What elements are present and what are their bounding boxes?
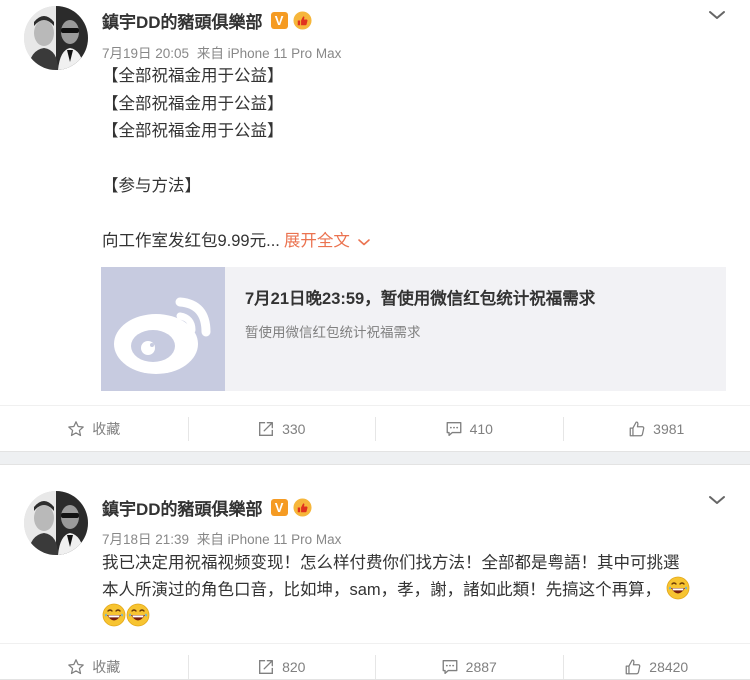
post-text: 本人所演过的角色口音，比如坤，sam，孝，謝，諸如此類！先搞这个再算， (102, 581, 662, 599)
post-text-line: 我已决定用祝福视频变现！怎么样付费你们找方法！全部都是粤語！其中可挑選 (102, 554, 680, 572)
post-text-last-line: 向工作室发红包9.99元... 展开全文 (102, 228, 732, 256)
post-text-blank-line (102, 201, 732, 229)
post-text-line: 【全部祝福金用于公益】 (102, 122, 284, 140)
weibo-post: 鎮宇DD的豬頭俱樂部 V 7月18日 21:39 来自 iPhone 11 Pr… (0, 464, 750, 680)
like-count: 3981 (653, 420, 685, 437)
link-card-title: 7月21日晚23:59，暂使用微信红包统计祝福需求 (245, 290, 596, 308)
expand-full-text-link[interactable]: 展开全文 (284, 232, 350, 250)
post-actions-bar: 收藏 330 410 3981 (0, 405, 750, 451)
like-count: 28420 (649, 658, 689, 675)
verified-icon: V (270, 499, 288, 516)
post-text-truncated: 向工作室发红包9.99元... (102, 232, 280, 250)
avatar[interactable] (24, 491, 88, 555)
post-timestamp[interactable]: 7月19日 20:05 (102, 46, 189, 61)
post-meta: 7月18日 21:39 来自 iPhone 11 Pro Max (102, 528, 341, 548)
thumbs-up-icon (624, 658, 642, 676)
repost-icon (257, 420, 275, 438)
repost-count: 820 (282, 658, 306, 675)
verified-icon: V (270, 12, 288, 29)
comment-count: 2887 (465, 658, 497, 675)
post-text-line: 【全部祝福金用于公益】 (102, 67, 284, 85)
weibo-post: 鎮宇DD的豬頭俱樂部 V 7月19日 20:05 来自 iPhone 11 Pr… (0, 0, 750, 452)
star-icon (67, 420, 85, 438)
post-text-blank-line (102, 146, 732, 174)
weibo-logo-icon (101, 267, 225, 391)
favorite-label: 收藏 (92, 420, 121, 437)
chevron-down-icon[interactable] (706, 4, 728, 26)
like-badge-icon (293, 11, 312, 30)
favorite-button[interactable]: 收藏 (0, 406, 188, 451)
thumbs-up-icon (628, 420, 646, 438)
post-text-line: 【参与方法】 (102, 177, 201, 195)
repost-count: 330 (282, 420, 306, 437)
favorite-label: 收藏 (92, 658, 121, 675)
comment-icon (445, 420, 463, 438)
repost-icon (257, 658, 275, 676)
post-content: 我已决定用祝福视频变现！怎么样付费你们找方法！全部都是粤語！其中可挑選 本人所演… (102, 550, 732, 630)
avatar-image (24, 491, 88, 555)
star-icon (67, 658, 85, 676)
post-source: 来自 iPhone 11 Pro Max (196, 46, 342, 61)
post-timestamp[interactable]: 7月18日 21:39 (102, 532, 189, 547)
expand-chevron-icon[interactable] (356, 234, 372, 250)
repost-button[interactable]: 820 (187, 644, 376, 680)
grin-sweat-emoji-icon (126, 603, 150, 627)
avatar-image (24, 6, 88, 70)
grin-sweat-emoji-icon (102, 603, 126, 627)
username-link[interactable]: 鎮宇DD的豬頭俱樂部 (102, 8, 263, 33)
link-card-text: 7月21日晚23:59，暂使用微信红包统计祝福需求 暂使用微信红包统计祝福需求 (225, 267, 595, 391)
post-text-line (102, 603, 732, 630)
comment-button[interactable]: 2887 (375, 644, 563, 680)
comment-icon (441, 658, 459, 676)
username-link[interactable]: 鎮宇DD的豬頭俱樂部 (102, 495, 263, 520)
like-button[interactable]: 28420 (562, 644, 750, 680)
post-text-line: 【全部祝福金用于公益】 (102, 94, 284, 113)
post-meta: 7月19日 20:05 来自 iPhone 11 Pro Max (102, 42, 341, 62)
comment-button[interactable]: 410 (375, 406, 563, 451)
post-text-line: 本人所演过的角色口音，比如坤，sam，孝，謝，諸如此類！先搞这个再算， (102, 576, 732, 603)
like-button[interactable]: 3981 (562, 406, 750, 451)
post-source: 来自 iPhone 11 Pro Max (196, 532, 342, 547)
post-author: 鎮宇DD的豬頭俱樂部 V (102, 8, 312, 33)
post-actions-bar: 收藏 820 2887 28420 (0, 643, 750, 680)
repost-button[interactable]: 330 (187, 406, 376, 451)
like-badge-icon (293, 498, 312, 517)
grin-sweat-emoji-icon (666, 576, 690, 600)
favorite-button[interactable]: 收藏 (0, 644, 188, 680)
post-content: 【全部祝福金用于公益】 【全部祝福金用于公益】 【全部祝福金用于公益】 【参与方… (102, 63, 732, 256)
comment-count: 410 (469, 420, 493, 437)
avatar[interactable] (24, 6, 88, 70)
link-card[interactable]: 7月21日晚23:59，暂使用微信红包统计祝福需求 暂使用微信红包统计祝福需求 (101, 267, 726, 391)
post-author: 鎮宇DD的豬頭俱樂部 V (102, 495, 312, 520)
chevron-down-icon[interactable] (706, 489, 728, 511)
link-card-subtitle: 暂使用微信红包统计祝福需求 (245, 325, 421, 340)
